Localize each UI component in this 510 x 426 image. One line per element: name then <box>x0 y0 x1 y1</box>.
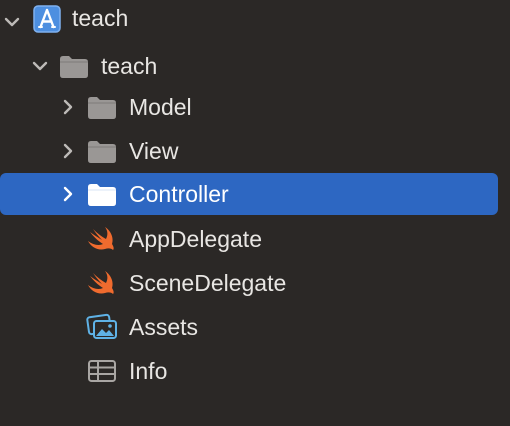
xcode-project-icon <box>33 5 61 33</box>
plist-icon <box>88 360 116 382</box>
item-label: SceneDelegate <box>129 270 287 296</box>
chevron-down-icon[interactable] <box>30 56 50 76</box>
item-label: Assets <box>129 314 199 340</box>
folder-icon <box>88 184 116 206</box>
group-label: teach <box>101 53 158 79</box>
tree-row-controller[interactable]: Controller <box>0 171 510 215</box>
tree-row-assets[interactable]: Assets <box>0 305 510 349</box>
tree-row-model[interactable]: Model <box>0 85 510 129</box>
chevron-down-icon[interactable] <box>2 12 22 32</box>
item-label: Model <box>129 94 192 120</box>
project-label: teach <box>72 5 129 31</box>
chevron-right-icon[interactable] <box>58 97 78 117</box>
swift-file-icon <box>88 271 114 294</box>
tree-row-view[interactable]: View <box>0 129 510 173</box>
swift-file-icon <box>88 227 114 250</box>
item-label: Info <box>129 358 168 384</box>
project-navigator: teach teach Model View Controller AppDel… <box>0 0 510 426</box>
folder-icon <box>88 97 116 119</box>
tree-row-scenedelegate[interactable]: SceneDelegate <box>0 261 510 305</box>
folder-icon <box>88 141 116 163</box>
tree-row-group[interactable]: teach <box>0 44 510 88</box>
chevron-right-icon[interactable] <box>58 141 78 161</box>
item-label: Controller <box>129 181 229 207</box>
tree-row-project[interactable]: teach <box>0 0 510 44</box>
tree-row-info[interactable]: Info <box>0 349 510 393</box>
item-label: View <box>129 138 179 164</box>
tree-row-appdelegate[interactable]: AppDelegate <box>0 217 510 261</box>
folder-icon <box>60 56 88 78</box>
item-label: AppDelegate <box>129 226 262 252</box>
asset-catalog-icon <box>86 313 117 339</box>
chevron-right-icon[interactable] <box>58 184 78 204</box>
